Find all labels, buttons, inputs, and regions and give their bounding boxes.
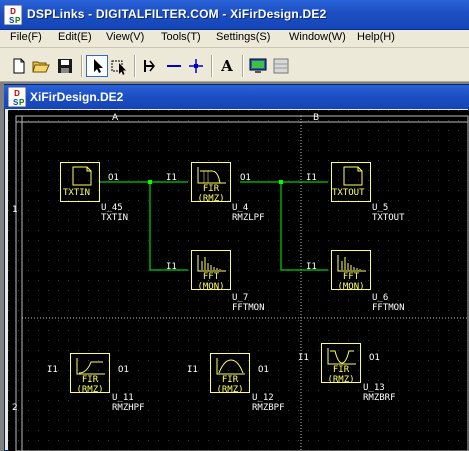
- block-type: RMZLPF: [232, 213, 265, 223]
- toolbar-separator: [242, 55, 244, 77]
- select-block-icon[interactable]: [110, 56, 130, 76]
- junction-icon[interactable]: [186, 56, 206, 76]
- zone-label-a: A: [112, 113, 119, 123]
- block-txtout[interactable]: TXTOUT: [331, 162, 371, 202]
- save-icon[interactable]: [55, 56, 75, 76]
- block-caption: FIR (RMZ): [76, 375, 104, 395]
- open-folder-icon[interactable]: [31, 56, 51, 76]
- block-type: FFTMON: [372, 303, 405, 313]
- block-id: U_13: [363, 383, 385, 393]
- block-rmzbpf[interactable]: FIR (RMZ): [210, 353, 250, 395]
- wire-tool-icon[interactable]: [140, 56, 160, 76]
- zone-label-1: 1: [12, 205, 18, 215]
- port-out: O1: [369, 353, 380, 363]
- svg-text:D: D: [14, 89, 20, 98]
- block-id: U_4: [232, 203, 249, 213]
- junction-dot: [279, 180, 283, 184]
- port-in: I1: [166, 173, 177, 183]
- block-caption: FIR (RMZ): [197, 184, 225, 204]
- pointer-icon: [94, 59, 103, 73]
- port-out: O1: [258, 365, 269, 375]
- window-title: DSPLinks - DIGITALFILTER.COM - XiFirDesi…: [27, 7, 327, 21]
- port-in: I1: [166, 262, 177, 272]
- block-caption: FIR (RMZ): [327, 365, 355, 385]
- svg-text:D: D: [10, 7, 16, 16]
- block-caption: FIR (RMZ): [216, 375, 244, 395]
- menu-view[interactable]: View(V): [106, 31, 144, 43]
- menu-help[interactable]: Help(H): [357, 31, 395, 43]
- block-fftmon-u7[interactable]: FFT (MON): [191, 250, 231, 292]
- block-id: U_6: [372, 293, 389, 303]
- port-in: I1: [306, 173, 317, 183]
- block-caption: FFT (MON): [197, 272, 225, 292]
- dsp-app-icon: D S P: [4, 5, 22, 25]
- block-fftmon-u6[interactable]: FFT (MON): [331, 250, 371, 292]
- block-id: U_11: [112, 393, 134, 403]
- block-type: FFTMON: [232, 303, 265, 313]
- block-caption: FFT (MON): [337, 272, 365, 292]
- toolbar-separator: [134, 55, 136, 77]
- block-caption: TXTIN: [63, 188, 91, 198]
- port-out: O1: [118, 365, 129, 375]
- block-id: U_7: [232, 293, 249, 303]
- block-rmzlpf[interactable]: FIR (RMZ): [191, 162, 231, 204]
- block-type: RMZBRF: [363, 393, 396, 403]
- app-window: D S P DSPLinks - DIGITALFILTER.COM - XiF…: [0, 0, 469, 451]
- block-type: TXTOUT: [372, 213, 405, 223]
- schematic-canvas[interactable]: A B 1 2 TXTIN O1 U_45 TXTIN FIR (RMZ) I1…: [8, 110, 469, 451]
- text-tool-button[interactable]: A: [217, 56, 237, 76]
- dsp-document-icon: D S P: [8, 87, 26, 107]
- svg-text:P: P: [15, 16, 21, 25]
- port-out: O1: [108, 173, 119, 183]
- svg-text:P: P: [19, 98, 25, 107]
- toolbar-separator: [211, 55, 213, 77]
- grid-icon[interactable]: [271, 56, 291, 76]
- block-txtin[interactable]: TXTIN: [60, 162, 100, 202]
- text-icon: A: [221, 57, 233, 75]
- toolbar-separator: [81, 55, 83, 77]
- menu-bar: File(F) Edit(E) View(V) Tools(T) Setting…: [0, 30, 469, 48]
- port-in: I1: [47, 365, 58, 375]
- port-in: I1: [187, 365, 198, 375]
- port-out: O1: [240, 173, 251, 183]
- port-in: I1: [298, 353, 309, 363]
- port-in: I1: [306, 262, 317, 272]
- junction-dot: [148, 180, 152, 184]
- block-type: RMZBPF: [252, 403, 285, 413]
- block-rmzbrf[interactable]: FIR (RMZ): [321, 343, 361, 385]
- block-type: TXTIN: [101, 213, 129, 223]
- menu-file[interactable]: File(F): [10, 31, 42, 43]
- zone-label-2: 2: [12, 403, 18, 413]
- zone-label-b: B: [313, 113, 320, 123]
- block-rmzhpf[interactable]: FIR (RMZ): [70, 353, 110, 395]
- menu-settings[interactable]: Settings(S): [216, 31, 270, 43]
- new-icon[interactable]: [9, 56, 29, 76]
- block-type: RMZHPF: [112, 403, 145, 413]
- block-caption: TXTOUT: [332, 188, 365, 198]
- menu-edit[interactable]: Edit(E): [58, 31, 92, 43]
- monitor-icon[interactable]: [248, 56, 268, 76]
- block-id: U_5: [372, 203, 389, 213]
- document-title: XiFirDesign.DE2: [30, 90, 124, 104]
- pointer-tool-button[interactable]: [86, 55, 108, 77]
- block-id: U_12: [252, 393, 274, 403]
- menu-window[interactable]: Window(W): [289, 31, 346, 43]
- horizontal-line-icon[interactable]: [164, 56, 184, 76]
- menu-tools[interactable]: Tools(T): [161, 31, 201, 43]
- block-id: U_45: [101, 203, 123, 213]
